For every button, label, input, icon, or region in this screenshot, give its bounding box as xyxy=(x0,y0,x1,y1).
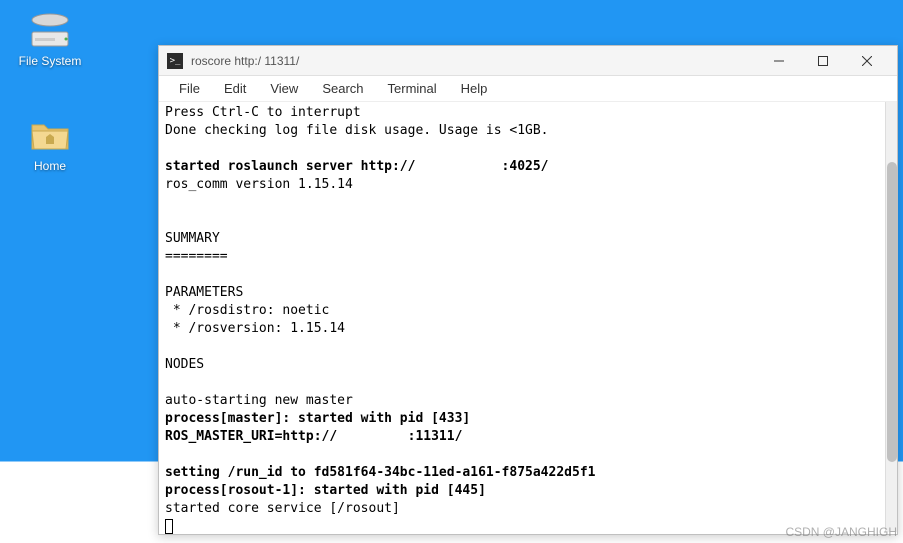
menu-terminal[interactable]: Terminal xyxy=(376,78,449,99)
desktop-icon-filesystem[interactable]: File System xyxy=(10,10,90,68)
desktop: File System Home >_ roscore http:/ 11311… xyxy=(0,0,903,543)
terminal-line: * /rosdistro: noetic xyxy=(165,303,329,318)
menu-search[interactable]: Search xyxy=(310,78,375,99)
scrollbar[interactable] xyxy=(885,102,897,532)
terminal-line: ======== xyxy=(165,249,228,264)
menu-edit[interactable]: Edit xyxy=(212,78,258,99)
menubar: File Edit View Search Terminal Help xyxy=(159,76,897,102)
terminal-window: >_ roscore http:/ 11311/ File Edit View … xyxy=(158,45,898,535)
terminal-line: ros_comm version 1.15.14 xyxy=(165,177,353,192)
terminal-line: started roslaunch server http:// :4025/ xyxy=(165,159,549,174)
terminal-line: setting /run_id to fd581f64-34bc-11ed-a1… xyxy=(165,465,595,480)
terminal-line: PARAMETERS xyxy=(165,285,243,300)
watermark: CSDN @JANGHIGH xyxy=(785,525,897,539)
terminal-app-icon: >_ xyxy=(167,53,183,69)
window-title: roscore http:/ 11311/ xyxy=(191,54,757,68)
terminal-output[interactable]: Press Ctrl-C to interrupt Done checking … xyxy=(159,102,897,534)
home-label: Home xyxy=(10,159,90,173)
folder-icon xyxy=(26,115,74,155)
scrollbar-thumb[interactable] xyxy=(887,162,897,462)
terminal-line: SUMMARY xyxy=(165,231,220,246)
terminal-line: NODES xyxy=(165,357,204,372)
terminal-line: * /rosversion: 1.15.14 xyxy=(165,321,345,336)
desktop-icon-home[interactable]: Home xyxy=(10,115,90,173)
terminal-line: Done checking log file disk usage. Usage… xyxy=(165,123,549,138)
terminal-line: process[rosout-1]: started with pid [445… xyxy=(165,483,486,498)
titlebar[interactable]: >_ roscore http:/ 11311/ xyxy=(159,46,897,76)
cursor xyxy=(165,519,173,534)
minimize-button[interactable] xyxy=(757,47,801,75)
menu-file[interactable]: File xyxy=(167,78,212,99)
maximize-button[interactable] xyxy=(801,47,845,75)
terminal-line: started core service [/rosout] xyxy=(165,501,400,516)
filesystem-label: File System xyxy=(10,54,90,68)
terminal-line: Press Ctrl-C to interrupt xyxy=(165,105,361,120)
terminal-line: ROS_MASTER_URI=http:// :11311/ xyxy=(165,429,462,444)
terminal-line: process[master]: started with pid [433] xyxy=(165,411,470,426)
drive-icon xyxy=(26,10,74,50)
menu-help[interactable]: Help xyxy=(449,78,500,99)
terminal-line: auto-starting new master xyxy=(165,393,353,408)
menu-view[interactable]: View xyxy=(258,78,310,99)
close-button[interactable] xyxy=(845,47,889,75)
